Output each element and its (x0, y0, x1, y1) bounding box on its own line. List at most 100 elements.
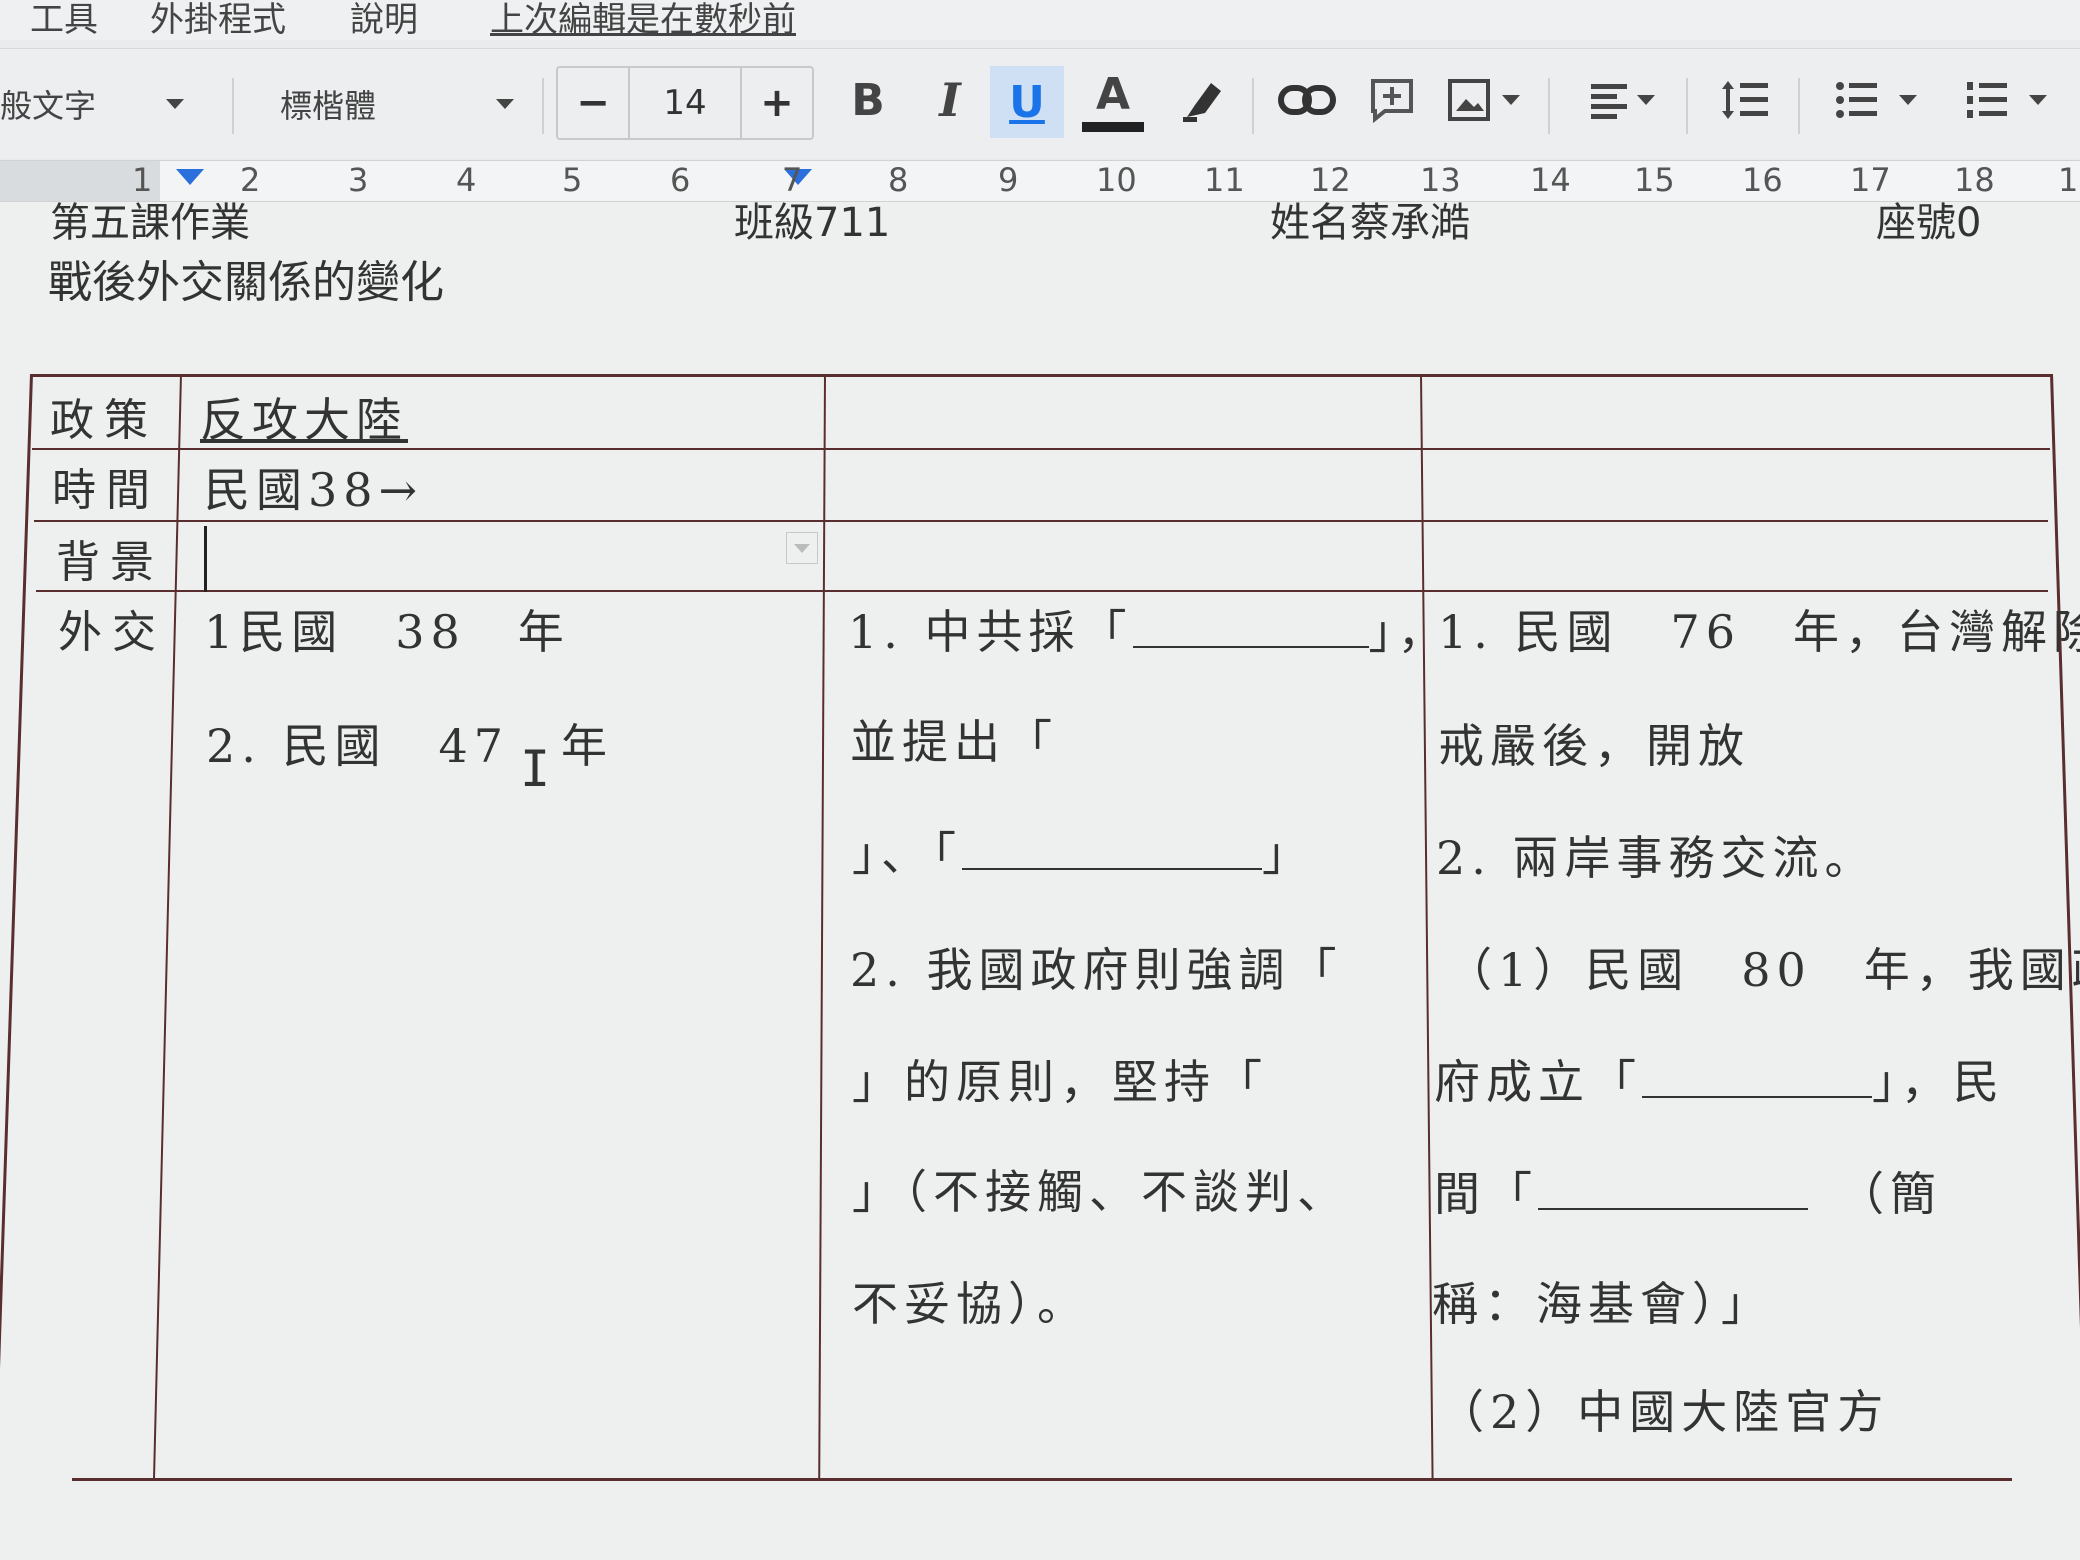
table-border-bottom (72, 1478, 2012, 1481)
diplomacy-col2-line6[interactable]: 」（不接觸、不談判、 (852, 1156, 1349, 1222)
ruler-number: 6 (670, 161, 691, 199)
menu-tools[interactable]: 工具 (30, 0, 98, 41)
toolbar-divider (1686, 78, 1688, 134)
menu-addons[interactable]: 外掛程式 (150, 0, 286, 41)
image-icon (1448, 79, 1490, 121)
class-label: 班級711 (734, 200, 891, 246)
ruler-number: 3 (348, 161, 369, 199)
align-button[interactable] (1582, 70, 1662, 130)
ruler-number: 5 (562, 161, 583, 199)
highlighter-icon (1183, 83, 1221, 122)
diplomacy-col2-line2[interactable]: 並提出「 (850, 706, 1058, 772)
diplomacy-col3-line6[interactable]: 間「 （簡 (1434, 1158, 1942, 1224)
diplomacy-col3-line2[interactable]: 戒嚴後，開放 (1438, 710, 1750, 776)
row-label-time: 時間 (52, 465, 160, 516)
diplomacy-col3-line7[interactable]: 稱：海基會）」 (1432, 1268, 1773, 1334)
ruler-number: 4 (456, 161, 477, 199)
font-size-control: − 14 + (556, 66, 814, 140)
last-edit-notice[interactable]: 上次編輯是在數秒前 (490, 0, 796, 41)
text-color-icon: A (1095, 68, 1131, 120)
style-dropdown[interactable]: 般文字 (0, 72, 185, 136)
seat-number-label: 座號0 (1876, 200, 1982, 246)
insert-image-button[interactable] (1438, 70, 1528, 130)
font-dropdown[interactable]: 標楷體 (280, 72, 515, 136)
time-cell-text[interactable]: 民國38→ (204, 454, 423, 520)
col3-line6-end: （簡 (1838, 1167, 1942, 1221)
chevron-down-icon (1899, 95, 1917, 105)
row-label-policy: 政策 (50, 395, 158, 446)
italic-button[interactable]: I (922, 70, 978, 130)
text-color-button[interactable]: A (1078, 64, 1148, 136)
chevron-down-icon (496, 99, 515, 109)
diplomacy-col1-line1[interactable]: 1民國 38 年 (204, 596, 570, 662)
row-label-background: 背景 (56, 537, 164, 588)
line-spacing-icon (1722, 81, 1768, 119)
numbered-list-icon (1967, 82, 2007, 118)
chevron-down-icon (166, 99, 185, 109)
add-comment-button[interactable] (1362, 70, 1422, 130)
numbered-list-button[interactable] (1956, 70, 2056, 130)
diplomacy-col3-line1[interactable]: 1. 民國 76 年，台灣解除 (1438, 596, 2080, 662)
align-left-icon (1591, 84, 1627, 119)
table-border-top (30, 374, 2052, 377)
diplomacy-col2-line7[interactable]: 不妥協）。 (852, 1268, 1089, 1334)
cell-menu-button[interactable] (786, 532, 818, 564)
diplomacy-col3-line8[interactable]: （2）中國大陸官方 (1438, 1376, 1889, 1442)
style-dropdown-label: 般文字 (0, 87, 97, 125)
diplomacy-col3-line4[interactable]: （1）民國 80 年，我國政 (1446, 934, 2080, 1000)
decrease-font-size-button[interactable]: − (558, 68, 628, 138)
toolbar-divider (1548, 78, 1550, 134)
ruler-number: 16 (1742, 161, 1783, 199)
fill-in-blank[interactable] (1132, 616, 1369, 648)
ruler[interactable]: 1 2 3 4 5 6 7 8 9 10 11 12 13 14 15 16 1… (0, 160, 2080, 202)
mouse-ibeam-cursor: I (520, 740, 551, 798)
assignment-label: 第五課作業 (50, 200, 250, 246)
toolbar-divider (1798, 78, 1800, 134)
table-row-divider (34, 520, 2048, 522)
text-cursor (204, 526, 207, 592)
student-name-label: 姓名蔡承澔 (1270, 200, 1470, 246)
menu-help[interactable]: 說明 (350, 0, 418, 41)
col3-line6-text: 間「 (1434, 1167, 1538, 1221)
bulleted-list-button[interactable] (1826, 70, 1926, 130)
ruler-number: 9 (998, 161, 1019, 199)
fill-in-blank[interactable] (1642, 1066, 1872, 1098)
diplomacy-col2-line1[interactable]: 1. 中共採「」， (848, 596, 1450, 662)
diplomacy-col2-line3[interactable]: 」、「 」 (852, 818, 1314, 884)
col2-line3-start: 」、「 (852, 827, 962, 881)
ruler-number: 14 (1530, 161, 1571, 199)
table-row-divider (36, 590, 2048, 592)
chevron-down-icon (2029, 95, 2047, 105)
text-color-swatch (1082, 121, 1144, 132)
ruler-number: 10 (1096, 161, 1137, 199)
underline-button[interactable]: U (990, 66, 1064, 138)
bold-button[interactable]: B (840, 70, 896, 130)
fill-in-blank[interactable] (962, 838, 1262, 870)
font-size-input[interactable]: 14 (628, 68, 742, 138)
policy-cell-text[interactable]: 反攻大陸 (200, 384, 408, 450)
left-indent-marker[interactable] (176, 169, 204, 185)
diplomacy-col2-line5[interactable]: 」的原則，堅持「 (852, 1046, 1268, 1112)
highlight-color-button[interactable] (1172, 70, 1232, 130)
document-title: 戰後外交關係的變化 (48, 257, 444, 308)
col2-line1-text: 1. 中共採「 (848, 605, 1133, 659)
fill-in-blank[interactable] (1538, 1178, 1808, 1210)
chevron-down-icon (1502, 95, 1520, 105)
bulleted-list-icon (1836, 82, 1877, 118)
col3-line5-text: 府成立「 (1434, 1055, 1642, 1109)
diplomacy-col3-line3[interactable]: 2. 兩岸事務交流。 (1436, 822, 1877, 888)
insert-link-button[interactable] (1274, 70, 1340, 130)
row-label-diplomacy: 外交 (58, 607, 166, 658)
comment-icon (1371, 79, 1413, 123)
diplomacy-col1-line2[interactable]: 2. 民國 47 年 (206, 710, 613, 776)
col3-line5-end: 」，民 (1872, 1055, 2005, 1109)
diplomacy-col2-line4[interactable]: 2. 我國政府則強調「 (850, 934, 1343, 1000)
chevron-down-icon (794, 543, 810, 553)
toolbar-divider (232, 78, 234, 134)
diplomacy-col3-line5[interactable]: 府成立「 」，民 (1434, 1046, 2005, 1112)
toolbar-divider (542, 78, 544, 134)
line-spacing-button[interactable] (1712, 70, 1778, 130)
increase-font-size-button[interactable]: + (742, 68, 812, 138)
menu-bar: 工具 外掛程式 說明 上次編輯是在數秒前 (0, 0, 2080, 40)
ruler-number: 8 (888, 161, 909, 199)
